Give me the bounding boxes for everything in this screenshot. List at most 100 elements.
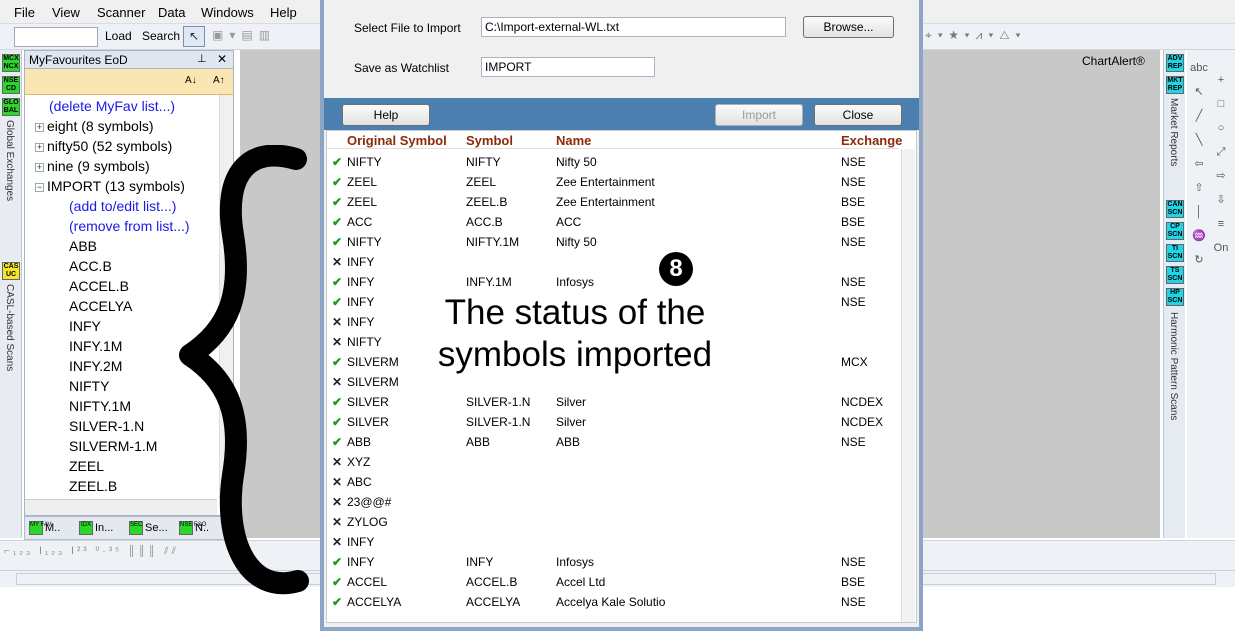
table-row[interactable]: ✔ ACC ACC.B ACC BSE: [327, 211, 899, 231]
grid-vertical-scrollbar[interactable]: [901, 149, 915, 622]
drawing-tool-icon[interactable]: ⇩: [1211, 190, 1231, 210]
table-row[interactable]: ✔ INFY INFY Infosys NSE: [327, 551, 899, 571]
favourites-item[interactable]: ACCELYA: [69, 298, 132, 314]
table-row[interactable]: ✔ SILVER SILVER-1.N Silver NCDEX: [327, 391, 899, 411]
menu-windows[interactable]: Windows: [201, 5, 254, 20]
table-row[interactable]: ✕ 23@@#: [327, 491, 899, 511]
table-row[interactable]: ✔ ACCELYA ACCELYA Accelya Kale Solutio NSE: [327, 591, 899, 611]
menu-scanner[interactable]: Scanner: [97, 5, 145, 20]
load-button[interactable]: Load: [105, 29, 132, 43]
favourites-link[interactable]: (remove from list...): [69, 218, 190, 234]
favourites-item[interactable]: ACC.B: [69, 258, 112, 274]
symbol-input[interactable]: [14, 27, 98, 47]
table-row[interactable]: ✕ INFY: [327, 531, 899, 551]
tag-casl[interactable]: CAS UC: [2, 262, 20, 280]
column-original-symbol[interactable]: Original Symbol: [347, 133, 447, 148]
file-path-input[interactable]: C:\Import-external-WL.txt: [481, 17, 786, 37]
favourites-group[interactable]: + nine (9 symbols): [35, 158, 150, 174]
favourites-tab[interactable]: MY FAVM..: [29, 521, 60, 535]
collapse-icon[interactable]: −: [35, 183, 44, 192]
pointer-tool-icon[interactable]: ↖: [183, 26, 205, 47]
expand-icon[interactable]: +: [35, 163, 44, 172]
table-row[interactable]: ✔ INFY INFY.1M Infosys NSE: [327, 271, 899, 291]
menu-file[interactable]: File: [14, 5, 35, 20]
menu-view[interactable]: View: [52, 5, 80, 20]
menu-data[interactable]: Data: [158, 5, 185, 20]
tag-ts-scn[interactable]: TS SCN: [1166, 266, 1184, 284]
table-row[interactable]: ✕ XYZ: [327, 451, 899, 471]
market-reports-tab[interactable]: Market Reports: [1168, 98, 1179, 166]
close-button[interactable]: Close: [814, 104, 902, 126]
browse-button[interactable]: Browse...: [803, 16, 894, 38]
column-name[interactable]: Name: [556, 133, 591, 148]
drawing-tool-icon[interactable]: ⇧: [1189, 178, 1209, 198]
favourites-tab[interactable]: SEC Se...: [129, 521, 168, 535]
favourites-group[interactable]: + nifty50 (52 symbols): [35, 138, 172, 154]
favourites-group[interactable]: + eight (8 symbols): [35, 118, 154, 134]
favourites-item[interactable]: ACCEL.B: [69, 278, 129, 294]
table-row[interactable]: ✔ NIFTY NIFTY.1M Nifty 50 NSE: [327, 231, 899, 251]
column-symbol[interactable]: Symbol: [466, 133, 513, 148]
drawing-tool-icon[interactable]: ♒: [1189, 226, 1209, 246]
table-row[interactable]: ✔ ZEEL ZEEL Zee Entertainment NSE: [327, 171, 899, 191]
favourites-item[interactable]: SILVER-1.N: [69, 418, 144, 434]
help-button[interactable]: Help: [342, 104, 430, 126]
table-row[interactable]: ✔ ZEEL ZEEL.B Zee Entertainment BSE: [327, 191, 899, 211]
expand-icon[interactable]: +: [35, 143, 44, 152]
file-tools-icons[interactable]: ▣▾▤▥: [212, 28, 312, 46]
table-row[interactable]: ✕ INFY: [327, 251, 899, 271]
import-button[interactable]: Import: [715, 104, 803, 126]
drawing-tool-icon[interactable]: ≡: [1211, 214, 1231, 234]
menu-help[interactable]: Help: [270, 5, 297, 20]
tag-nse-cd[interactable]: NSE CD: [2, 76, 20, 94]
table-row[interactable]: ✔ ACCEL ACCEL.B Accel Ltd BSE: [327, 571, 899, 591]
favourites-link[interactable]: (delete MyFav list...): [49, 98, 175, 114]
drawing-tool-icon[interactable]: ⇦: [1189, 154, 1209, 174]
chart-tools-icons[interactable]: ⌖▾★▾⩘▾△▾: [925, 28, 1075, 46]
drawing-tool-icon[interactable]: ⇨: [1211, 166, 1231, 186]
favourites-item[interactable]: NIFTY.1M: [69, 398, 131, 414]
column-exchange[interactable]: Exchange: [841, 133, 902, 148]
tag-cp-scn[interactable]: CP SCN: [1166, 222, 1184, 240]
tag-mkt-rep[interactable]: MKT REP: [1166, 76, 1184, 94]
close-icon[interactable]: ✕: [217, 52, 227, 66]
sort-descending-button[interactable]: A↑: [213, 75, 225, 86]
favourites-item[interactable]: INFY: [69, 318, 101, 334]
tag-ti-scn[interactable]: TI SCN: [1166, 244, 1184, 262]
expand-icon[interactable]: +: [35, 123, 44, 132]
watchlist-name-input[interactable]: IMPORT: [481, 57, 655, 77]
drawing-tool-icon[interactable]: ╲: [1189, 130, 1209, 150]
pin-icon[interactable]: ⊥: [197, 52, 207, 65]
drawing-tool-icon[interactable]: ↻: [1189, 250, 1209, 270]
tag-adv-rep[interactable]: ADV REP: [1166, 54, 1184, 72]
global-exchanges-tab[interactable]: Global Exchanges: [4, 120, 15, 201]
favourites-item[interactable]: ABB: [69, 238, 97, 254]
table-row[interactable]: ✔ SILVER SILVER-1.N Silver NCDEX: [327, 411, 899, 431]
sort-ascending-button[interactable]: A↓: [185, 75, 197, 86]
drawing-tool-icon[interactable]: ╱: [1189, 106, 1209, 126]
tag-hp-scn[interactable]: HP SCN: [1166, 288, 1184, 306]
drawing-tool-icon[interactable]: □: [1211, 94, 1231, 114]
drawing-tool-icon[interactable]: +: [1211, 70, 1231, 90]
drawing-tool-icon[interactable]: abc: [1189, 58, 1209, 78]
favourites-tab[interactable]: IDX In...: [79, 521, 113, 535]
drawing-tool-icon[interactable]: On: [1211, 238, 1231, 258]
table-row[interactable]: ✕ ABC: [327, 471, 899, 491]
favourites-link[interactable]: (add to/edit list...): [69, 198, 176, 214]
table-row[interactable]: ✔ ABB ABB ABB NSE: [327, 431, 899, 451]
search-button[interactable]: Search: [142, 29, 180, 43]
casl-scans-tab[interactable]: CASL-based Scans: [4, 284, 15, 371]
harmonic-pattern-scans-tab[interactable]: Harmonic Pattern Scans: [1168, 312, 1179, 420]
favourites-item[interactable]: ZEEL.B: [69, 478, 117, 494]
tag-global[interactable]: GLO BAL: [2, 98, 20, 116]
drawing-tool-icon[interactable]: ○: [1211, 118, 1231, 138]
tag-can-scn[interactable]: CAN SCN: [1166, 200, 1184, 218]
tag-mcx-ncx[interactable]: MCX NCX: [2, 54, 20, 72]
favourites-item[interactable]: INFY.2M: [69, 358, 122, 374]
drawing-tool-icon[interactable]: │: [1189, 202, 1209, 222]
favourites-item[interactable]: NIFTY: [69, 378, 109, 394]
table-row[interactable]: ✕ ZYLOG: [327, 511, 899, 531]
favourites-group[interactable]: − IMPORT (13 symbols): [35, 178, 185, 194]
favourites-item[interactable]: ZEEL: [69, 458, 104, 474]
drawing-tool-icon[interactable]: ⤢: [1211, 142, 1231, 162]
